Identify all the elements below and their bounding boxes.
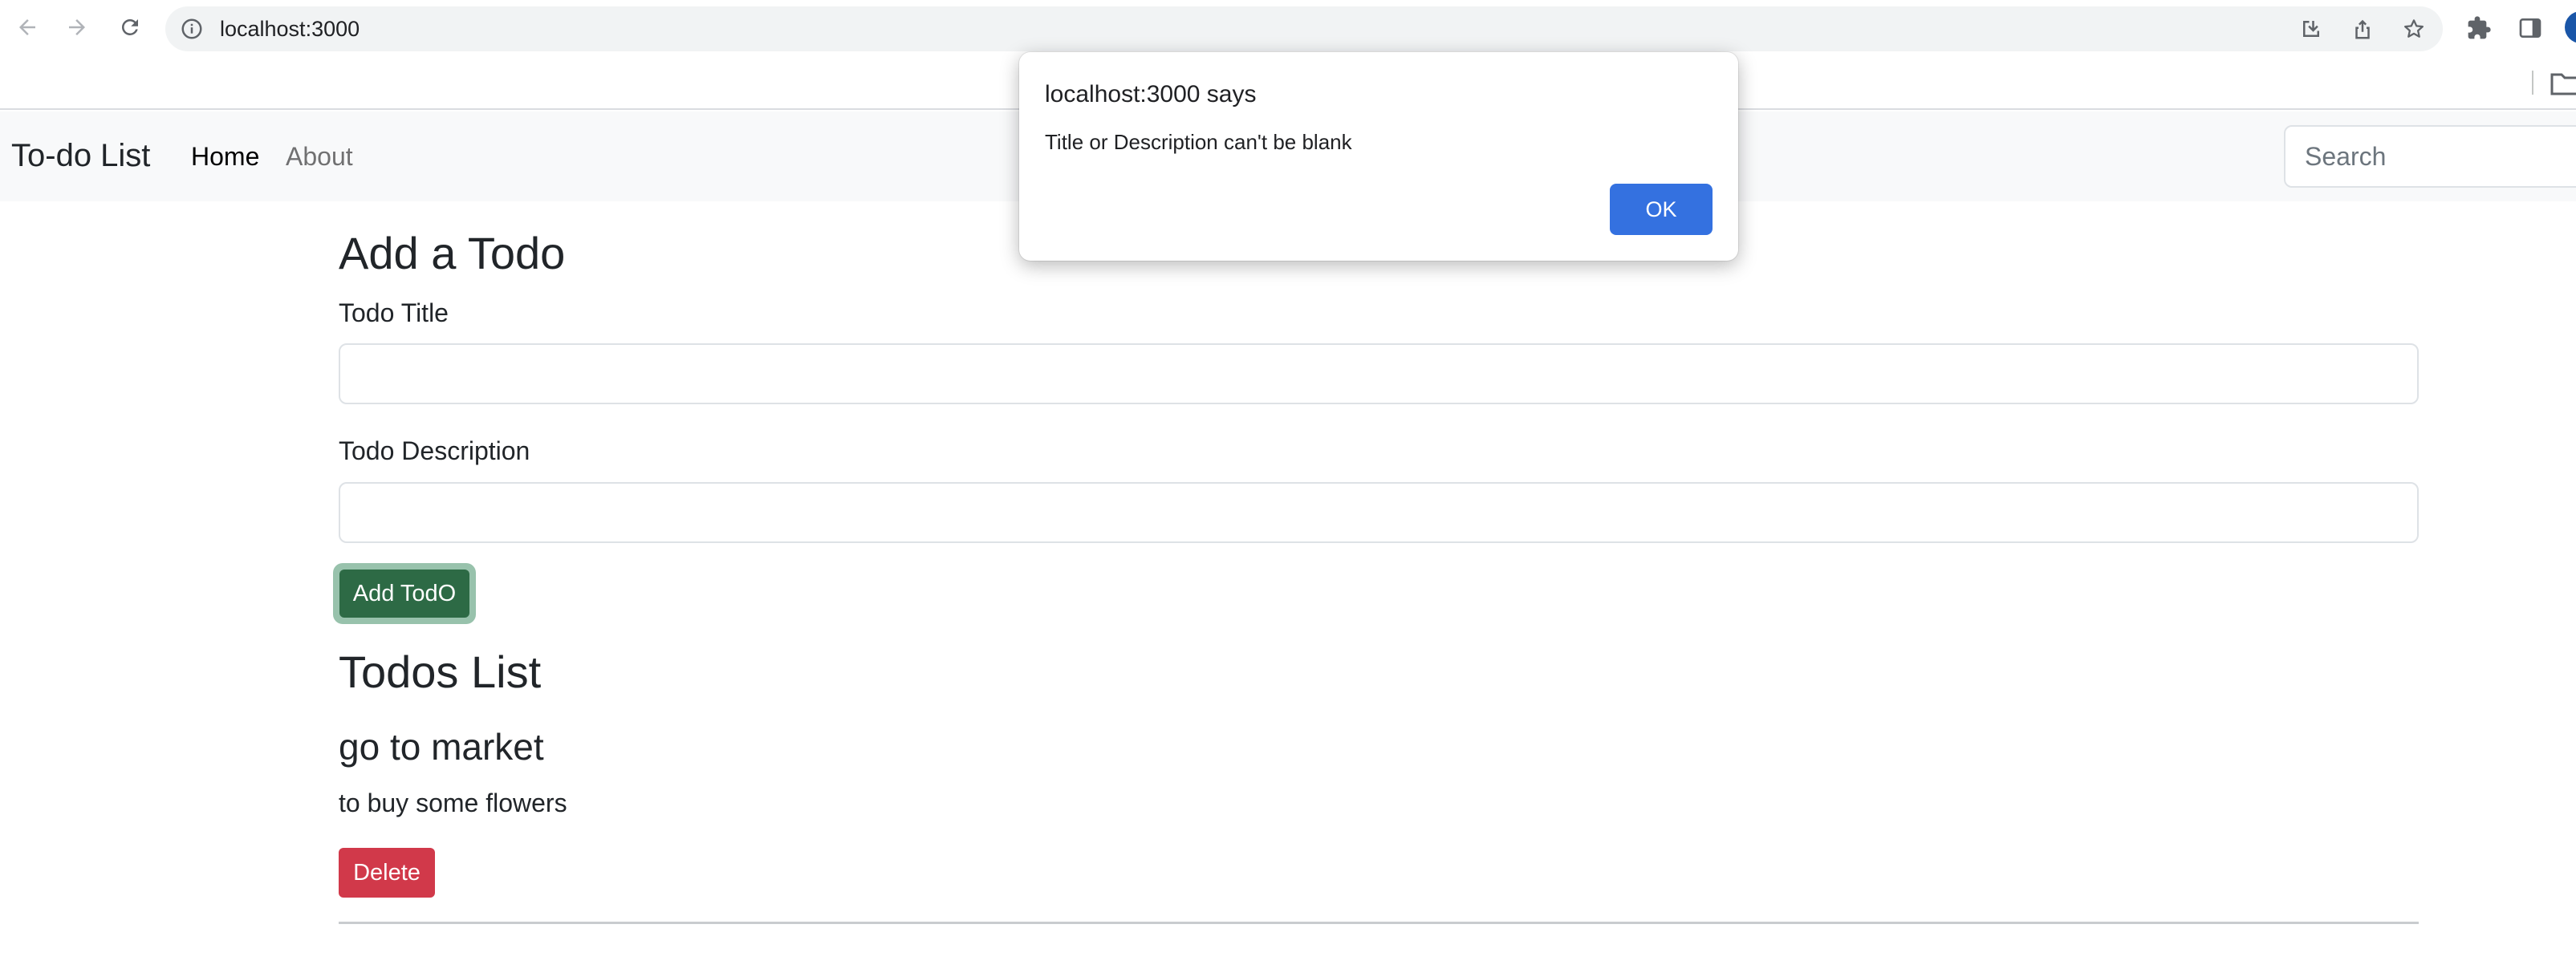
folder-icon[interactable] bbox=[2550, 71, 2576, 95]
todo-item-title: go to market bbox=[339, 726, 544, 768]
back-button[interactable] bbox=[13, 13, 42, 42]
brand-logo[interactable]: To-do List bbox=[11, 136, 150, 176]
profile-avatar[interactable] bbox=[2565, 11, 2576, 43]
add-todo-heading: Add a Todo bbox=[339, 228, 566, 278]
alert-dialog-message: Title or Description can't be blank bbox=[1045, 130, 1352, 154]
todo-item-description: to buy some flowers bbox=[339, 788, 567, 817]
nav-link-about[interactable]: About bbox=[286, 139, 353, 174]
star-icon bbox=[2404, 19, 2424, 38]
side-panel-button[interactable] bbox=[2517, 14, 2544, 42]
address-bar[interactable]: localhost:3000 bbox=[165, 6, 2443, 51]
nav-link-home[interactable]: Home bbox=[191, 139, 259, 174]
install-app-button[interactable] bbox=[2298, 16, 2324, 42]
download-icon bbox=[2303, 21, 2319, 37]
todo-divider bbox=[339, 922, 2419, 924]
alert-dialog-title: localhost:3000 says bbox=[1045, 81, 1257, 107]
share-icon bbox=[2355, 19, 2370, 39]
info-icon[interactable] bbox=[180, 17, 204, 41]
share-button[interactable] bbox=[2350, 16, 2375, 42]
side-panel-icon bbox=[2519, 18, 2541, 38]
delete-todo-button[interactable]: Delete bbox=[339, 848, 435, 898]
bookmarks-divider bbox=[2532, 71, 2533, 95]
todo-description-input[interactable] bbox=[339, 482, 2419, 543]
browser-toolbar: localhost:3000 bbox=[0, 0, 2576, 58]
todo-description-label: Todo Description bbox=[339, 436, 530, 465]
reload-icon bbox=[122, 19, 138, 35]
forward-arrow-icon bbox=[69, 19, 85, 35]
search-input[interactable] bbox=[2284, 125, 2576, 188]
url-text: localhost:3000 bbox=[220, 17, 360, 41]
todo-title-input[interactable] bbox=[339, 343, 2419, 404]
alert-ok-button[interactable]: OK bbox=[1610, 184, 1713, 235]
add-todo-button[interactable]: Add TodO bbox=[339, 570, 469, 618]
alert-dialog: localhost:3000 says Title or Description… bbox=[1019, 52, 1738, 261]
back-arrow-icon bbox=[19, 19, 35, 35]
extensions-button[interactable] bbox=[2465, 14, 2493, 42]
todo-title-label: Todo Title bbox=[339, 298, 449, 327]
reload-button[interactable] bbox=[116, 13, 144, 42]
forward-button[interactable] bbox=[63, 13, 91, 42]
extensions-puzzle-icon bbox=[2468, 16, 2491, 39]
todos-list-heading: Todos List bbox=[339, 647, 542, 697]
bookmark-star-button[interactable] bbox=[2401, 16, 2427, 42]
